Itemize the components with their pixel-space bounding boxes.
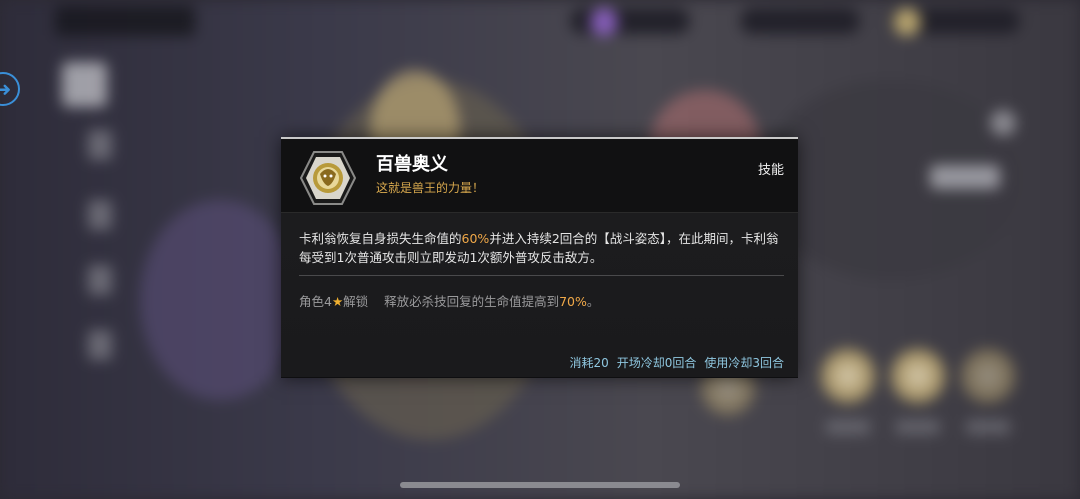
skill-subtitle: 这就是兽王的力量！ [376, 181, 485, 195]
start-cooldown-label: 开场冷却0回合 [616, 356, 697, 370]
star-upgrade-line: 角色4★解锁 释放必杀技回复的生命值提高到70%。 [299, 291, 599, 310]
desc-highlight-value: 60% [461, 231, 490, 246]
skill-detail-dialog: 百兽奥义 这就是兽王的力量！ 技能 卡利翁恢复自身损失生命值的60%并进入持续2… [281, 137, 798, 378]
skill-description: 卡利翁恢复自身损失生命值的60%并进入持续2回合的【战斗姿态】，在此期间，卡利翁… [299, 229, 789, 267]
skill-header: 百兽奥义 这就是兽王的力量！ 技能 [281, 139, 798, 213]
upgrade-suffix: 解锁 [343, 294, 369, 309]
desc-part1: 卡利翁恢复自身损失生命值的 [299, 231, 462, 246]
home-indicator[interactable] [400, 482, 680, 488]
skill-cost-cooldown: 消耗20 开场冷却0回合 使用冷却3回合 [561, 354, 784, 371]
skill-name: 百兽奥义 [376, 154, 448, 175]
skill-body: 卡利翁恢复自身损失生命值的60%并进入持续2回合的【战斗姿态】，在此期间，卡利翁… [281, 213, 798, 377]
lion-emblem-icon [300, 151, 356, 205]
skill-type-tag: 技能 [757, 163, 784, 178]
divider [299, 275, 784, 276]
use-cooldown-label: 使用冷却3回合 [704, 356, 784, 370]
upgrade-prefix: 角色4 [299, 294, 332, 309]
cost-label: 消耗20 [569, 356, 609, 370]
star-icon: ★ [331, 294, 344, 309]
upgrade-end: 。 [586, 294, 600, 309]
upgrade-text: 释放必杀技回复的生命值提高到 [384, 294, 560, 309]
upgrade-value: 70% [559, 294, 587, 309]
